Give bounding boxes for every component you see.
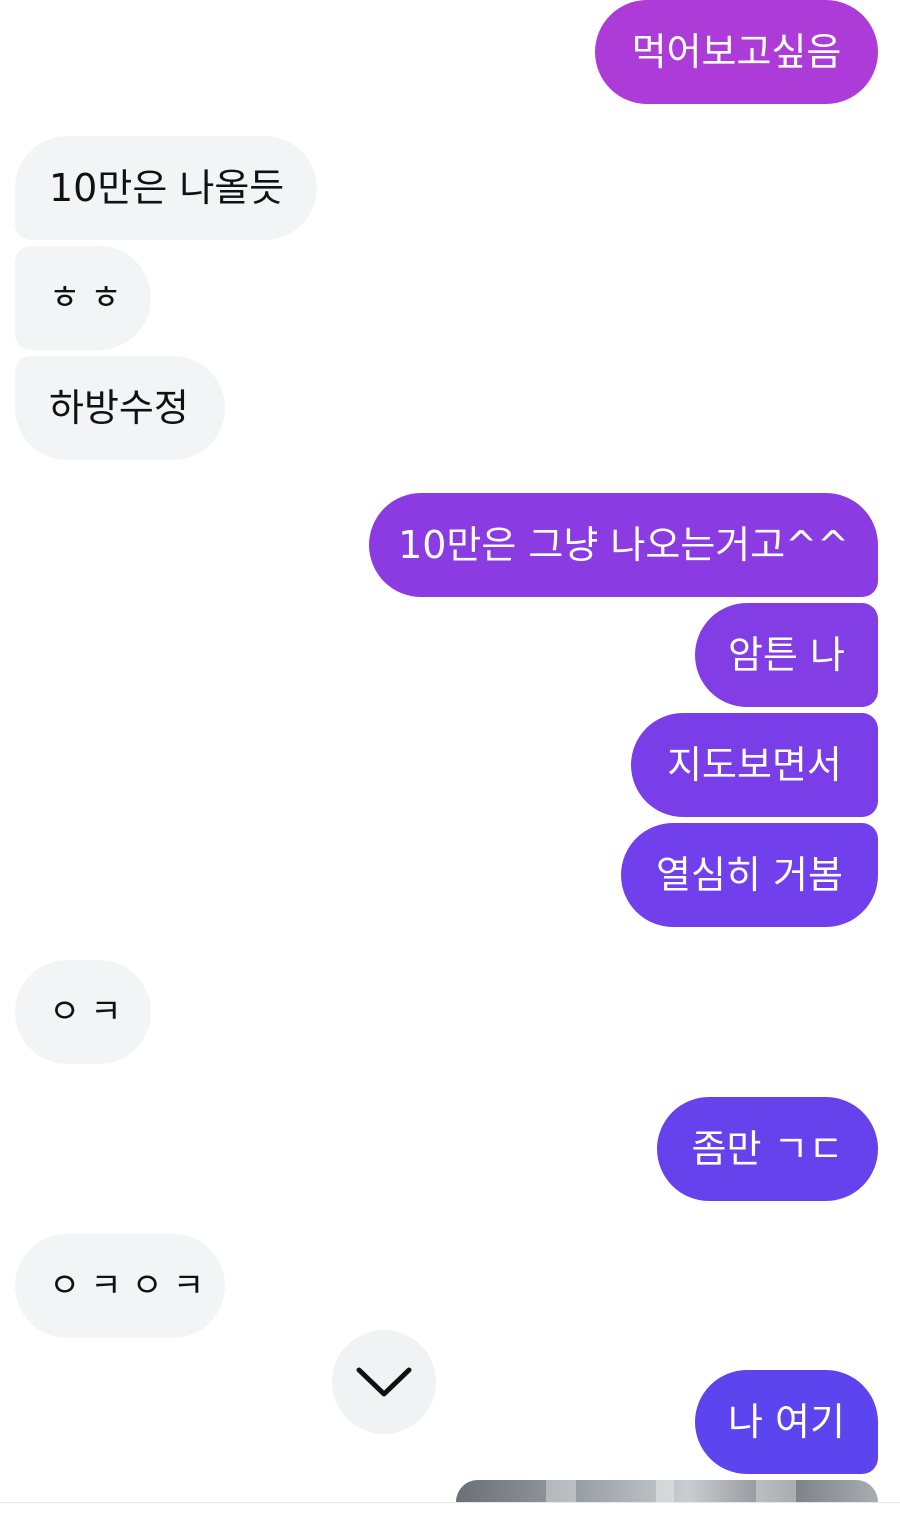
- message-bubble-received[interactable]: ㅇㅋㅇㅋ: [15, 1234, 225, 1338]
- message-text: 열심히 거봄: [656, 853, 843, 897]
- message-text: 10만은 나올듯: [49, 166, 285, 210]
- message-text: 하방수정: [49, 386, 189, 430]
- message-bubble-sent[interactable]: 열심히 거봄: [621, 823, 878, 927]
- message-bubble-received[interactable]: 하방수정: [15, 356, 225, 460]
- message-text: 먹어보고싶음: [631, 30, 842, 74]
- message-bubble-sent[interactable]: 10만은 그냥 나오는거고^^: [369, 493, 878, 597]
- message-bubble-received[interactable]: ㅇㅋ: [15, 960, 151, 1064]
- message-bubble-sent[interactable]: 암튼 나: [695, 603, 878, 707]
- message-bubble-sent[interactable]: 먹어보고싶음: [595, 0, 878, 104]
- scroll-to-bottom-button[interactable]: [332, 1330, 436, 1434]
- message-text: 지도보면서: [667, 743, 842, 787]
- message-bubble-received[interactable]: ㅎㅎ: [15, 246, 151, 350]
- chevron-down-icon: [356, 1367, 412, 1397]
- message-text: 암튼 나: [728, 633, 845, 677]
- message-text: 나 여기: [728, 1400, 845, 1444]
- message-bubble-sent[interactable]: 좀만 ㄱㄷ: [657, 1097, 878, 1201]
- message-text: ㅇㅋㅇㅋ: [49, 1266, 215, 1306]
- image-attachment[interactable]: [456, 1480, 878, 1502]
- message-text: ㅎㅎ: [49, 278, 132, 318]
- message-text: ㅇㅋ: [49, 992, 132, 1032]
- message-bubble-sent[interactable]: 지도보면서: [631, 713, 878, 817]
- message-bubble-sent[interactable]: 나 여기: [695, 1370, 878, 1474]
- message-bubble-received[interactable]: 10만은 나올듯: [15, 136, 317, 240]
- message-text: 10만은 그냥 나오는거고^^: [398, 523, 849, 567]
- message-text: 좀만 ㄱㄷ: [691, 1127, 844, 1171]
- bottom-divider: [0, 1502, 900, 1516]
- chat-thread: 먹어보고싶음 10만은 나올듯 ㅎㅎ 하방수정 10만은 그냥 나오는거고^^ …: [0, 0, 900, 1516]
